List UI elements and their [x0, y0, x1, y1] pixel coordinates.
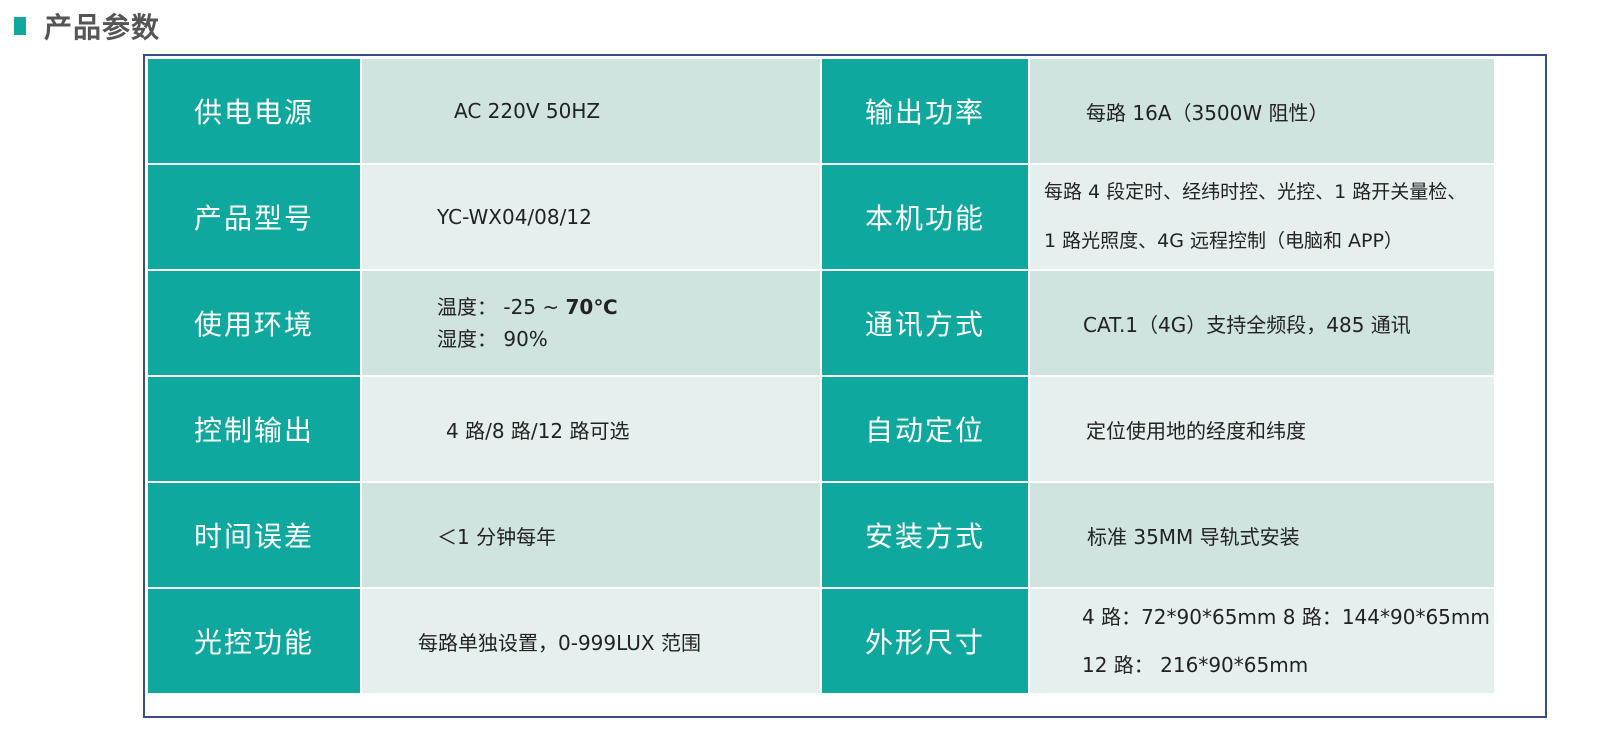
spec-value-time-error: ＜1 分钟每年 — [362, 483, 820, 587]
spec-label-functions: 本机功能 — [822, 165, 1028, 269]
spec-label-dimensions: 外形尺寸 — [822, 589, 1028, 693]
spec-label-power-supply: 供电电源 — [148, 59, 360, 163]
spec-value-environment: 温度： -25 ~ 70℃ 湿度： 90% — [362, 271, 820, 375]
spec-value-installation: 标准 35MM 导轨式安装 — [1030, 483, 1494, 587]
spec-value-functions: 每路 4 段定时、经纬时控、光控、1 路开关量检、 1 路光照度、4G 远程控制… — [1030, 165, 1494, 269]
spec-value-light-control: 每路单独设置，0-999LUX 范围 — [362, 589, 820, 693]
spec-value-output-power: 每路 16A（3500W 阻性） — [1030, 59, 1494, 163]
spec-value-dimensions: 4 路：72*90*65mm 8 路：144*90*65mm 12 路： 216… — [1030, 589, 1494, 693]
spec-value-line: CAT.1（4G）支持全频段，485 通讯 — [1083, 312, 1411, 337]
spec-value-line: AC 220V 50HZ — [454, 99, 601, 123]
spec-value-line: 每路 4 段定时、经纬时控、光控、1 路开关量检、 — [1044, 181, 1467, 203]
spec-value-line: 12 路： 216*90*65mm — [1082, 653, 1309, 677]
spec-value-line: 4 路/8 路/12 路可选 — [446, 418, 630, 443]
spec-label-positioning: 自动定位 — [822, 377, 1028, 481]
spec-value-line: ＜1 分钟每年 — [437, 524, 557, 549]
spec-value-line: 每路 16A（3500W 阻性） — [1086, 100, 1329, 125]
spec-value-line: 4 路：72*90*65mm 8 路：144*90*65mm — [1082, 605, 1490, 629]
spec-label-time-error: 时间误差 — [148, 483, 360, 587]
spec-value-line: 定位使用地的经度和纬度 — [1086, 418, 1306, 443]
spec-value-model: YC-WX04/08/12 — [362, 165, 820, 269]
page-title: 产品参数 — [44, 11, 161, 44]
spec-value-power-supply: AC 220V 50HZ — [362, 59, 820, 163]
spec-label-environment: 使用环境 — [148, 271, 360, 375]
spec-value-positioning: 定位使用地的经度和纬度 — [1030, 377, 1494, 481]
spec-label-light-control: 光控功能 — [148, 589, 360, 693]
spec-value-line: 每路单独设置，0-999LUX 范围 — [418, 630, 701, 655]
spec-value-line: 1 路光照度、4G 远程控制（电脑和 APP） — [1044, 230, 1403, 252]
section-header: 产品参数 — [14, 6, 160, 46]
spec-label-model: 产品型号 — [148, 165, 360, 269]
temperature-prefix: 温度： -25 ~ — [437, 295, 566, 319]
spec-value-line: 标准 35MM 导轨式安装 — [1087, 524, 1300, 549]
spec-value-control-output: 4 路/8 路/12 路可选 — [362, 377, 820, 481]
spec-label-communication: 通讯方式 — [822, 271, 1028, 375]
spec-value-communication: CAT.1（4G）支持全频段，485 通讯 — [1030, 271, 1494, 375]
spec-value-line: YC-WX04/08/12 — [437, 205, 592, 229]
section-marker — [14, 17, 26, 35]
humidity-value: 湿度： 90% — [437, 327, 548, 351]
temperature-range: 温度： -25 ~ 70℃ — [437, 291, 820, 323]
temperature-max: 70℃ — [565, 295, 618, 319]
spec-table: 供电电源 AC 220V 50HZ 输出功率 每路 16A（3500W 阻性） … — [143, 54, 1547, 718]
spec-label-installation: 安装方式 — [822, 483, 1028, 587]
spec-label-control-output: 控制输出 — [148, 377, 360, 481]
spec-label-output-power: 输出功率 — [822, 59, 1028, 163]
